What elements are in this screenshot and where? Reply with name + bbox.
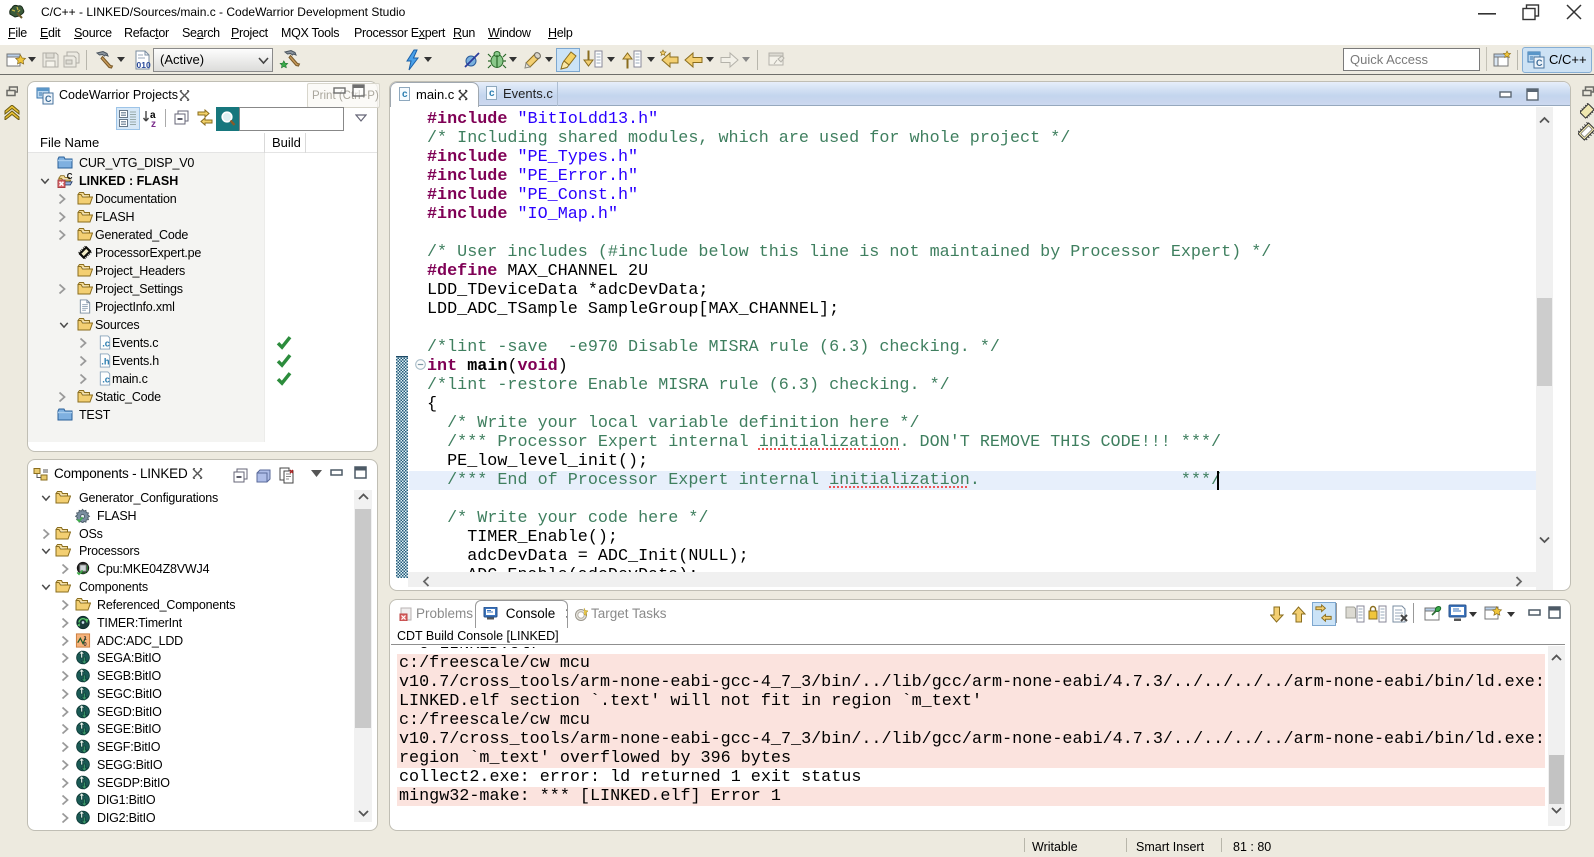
- svg-text:010: 010: [137, 60, 151, 70]
- svg-text:C: C: [1536, 58, 1543, 68]
- svg-text:C: C: [45, 94, 52, 104]
- svg-text:z: z: [151, 119, 156, 129]
